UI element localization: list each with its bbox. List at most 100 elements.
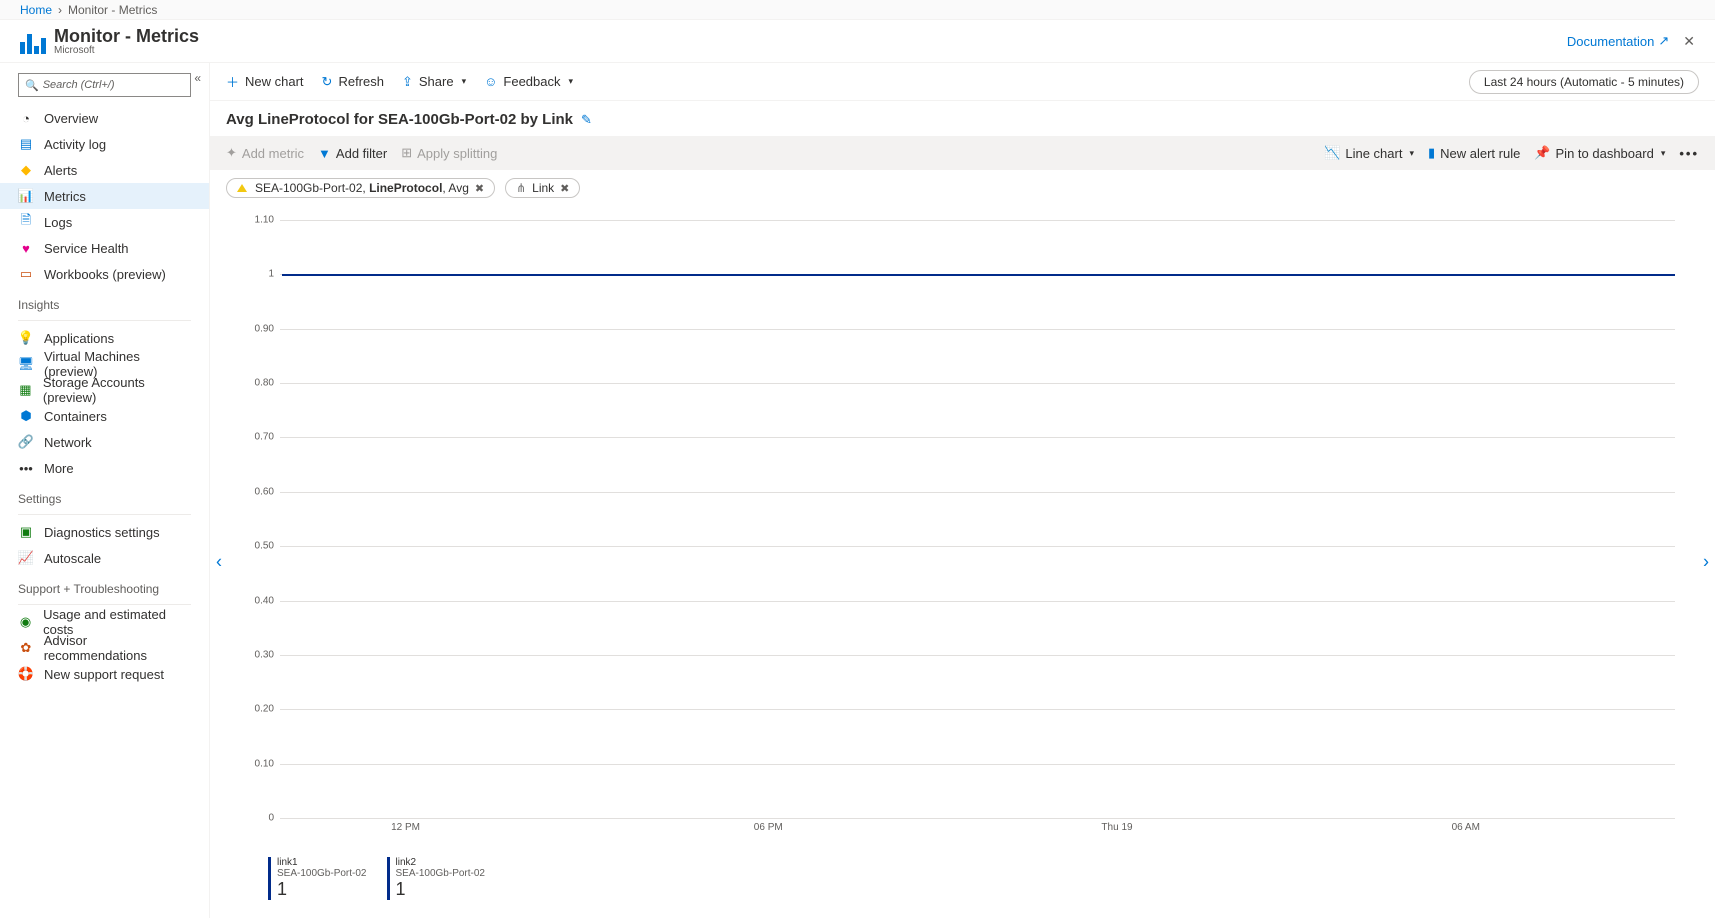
overview-icon: ◔ [18,110,34,126]
sidebar-item-more[interactable]: ••• More [0,455,209,481]
refresh-button[interactable]: ↻ Refresh [322,74,384,90]
remove-chip-icon[interactable]: ✖ [560,182,569,195]
service-health-icon: ♥ [18,240,34,256]
workbooks-icon: ▭ [18,266,34,282]
sidebar-item-autoscale[interactable]: 📈 Autoscale [0,545,209,571]
y-tick: 0.50 [255,541,274,552]
gridline [280,655,1675,656]
sidebar-item-metrics[interactable]: 📊 Metrics [0,183,209,209]
new-chart-button[interactable]: ＋ New chart [226,72,304,91]
time-range-picker[interactable]: Last 24 hours (Automatic - 5 minutes) [1469,70,1699,94]
search-icon: 🔍 [25,79,39,92]
legend-item[interactable]: link1SEA-100Gb-Port-021 [268,857,367,900]
search-placeholder: Search (Ctrl+/) [43,79,115,91]
chevron-down-icon: ▾ [1661,148,1666,159]
y-axis: 1.1010.900.800.700.600.500.400.300.200.1… [248,220,278,818]
metric-chip[interactable]: SEA-100Gb-Port-02, LineProtocol, Avg ✖ [226,178,495,198]
support-icon: 🛟 [18,666,34,682]
logs-icon: 🗎 [18,214,34,230]
x-tick: 06 AM [1452,822,1480,833]
breadcrumb-current: Monitor - Metrics [68,3,157,17]
more-actions-button[interactable]: ••• [1679,146,1699,161]
chart-type-selector[interactable]: 📉 Line chart ▾ [1324,145,1414,161]
breadcrumb-home[interactable]: Home [20,3,52,17]
apply-splitting-button[interactable]: ⊞ Apply splitting [401,145,497,161]
y-tick: 0.90 [255,323,274,334]
feedback-icon: ☺ [484,74,497,89]
sidebar-item-service-health[interactable]: ♥ Service Health [0,235,209,261]
sidebar-item-workbooks[interactable]: ▭ Workbooks (preview) [0,261,209,287]
plot-area[interactable] [280,220,1675,818]
diagnostics-icon: ▣ [18,524,34,540]
documentation-link[interactable]: Documentation ↗ [1567,33,1669,49]
plus-icon: ＋ [226,72,239,91]
chevron-down-icon: ▾ [1409,148,1414,159]
y-tick: 0.40 [255,595,274,606]
split-chip[interactable]: ⋔ Link ✖ [505,178,580,198]
legend-series-name: link2 [396,857,486,868]
sidebar-item-logs[interactable]: 🗎 Logs [0,209,209,235]
metric-chips: SEA-100Gb-Port-02, LineProtocol, Avg ✖ ⋔… [210,170,1715,206]
legend-item[interactable]: link2SEA-100Gb-Port-021 [387,857,486,900]
metrics-icon: 📊 [18,188,34,204]
breadcrumb: Home › Monitor - Metrics [0,0,1715,20]
toolbar: ＋ New chart ↻ Refresh ⇪ Share ▾ ☺ Feedba… [210,63,1715,101]
alerts-icon: ◆ [18,162,34,178]
sidebar-item-network[interactable]: 🔗 Network [0,429,209,455]
gridline [280,383,1675,384]
search-input[interactable]: 🔍 Search (Ctrl+/) [18,73,191,97]
add-metric-button[interactable]: ✦ Add metric [226,145,304,161]
sidebar-item-diagnostics[interactable]: ▣ Diagnostics settings [0,519,209,545]
sidebar-item-applications[interactable]: 💡 Applications [0,325,209,351]
sidebar-item-advisor[interactable]: ✿ Advisor recommendations [0,635,209,661]
sidebar-section-settings: Settings [0,481,209,510]
splitting-icon: ⊞ [401,145,412,161]
sidebar: « 🔍 Search (Ctrl+/) ◔ Overview ▤ Activit… [0,63,210,918]
gridline [280,329,1675,330]
edit-title-icon[interactable]: ✎ [581,112,592,128]
new-alert-button[interactable]: ▮ New alert rule [1428,145,1520,161]
sidebar-section-support: Support + Troubleshooting [0,571,209,600]
sidebar-item-alerts[interactable]: ◆ Alerts [0,157,209,183]
y-tick: 0.60 [255,486,274,497]
autoscale-icon: 📈 [18,550,34,566]
legend-resource: SEA-100Gb-Port-02 [396,868,486,879]
feedback-button[interactable]: ☺ Feedback ▾ [484,74,573,89]
gridline [280,709,1675,710]
pin-icon: 📌 [1534,145,1550,161]
chart-prev-icon[interactable]: ‹ [216,552,222,573]
remove-chip-icon[interactable]: ✖ [475,182,484,195]
storage-icon: ▦ [18,382,33,398]
containers-icon: ⬢ [18,408,34,424]
y-tick: 0.30 [255,649,274,660]
share-button[interactable]: ⇪ Share ▾ [402,74,466,90]
chevron-down-icon: ▾ [462,76,467,87]
sidebar-item-containers[interactable]: ⬢ Containers [0,403,209,429]
gridline [280,764,1675,765]
add-filter-button[interactable]: ▼ Add filter [318,146,387,161]
chart-panel: ‹ › 1.1010.900.800.700.600.500.400.300.2… [210,206,1715,918]
breadcrumb-separator-icon: › [58,3,62,17]
network-icon: 🔗 [18,434,34,450]
sidebar-item-activity-log[interactable]: ▤ Activity log [0,131,209,157]
chart-next-icon[interactable]: › [1703,552,1709,573]
close-icon[interactable]: ✕ [1683,33,1695,50]
more-icon: ••• [18,460,34,476]
y-tick: 0.70 [255,432,274,443]
sidebar-item-support-request[interactable]: 🛟 New support request [0,661,209,687]
filter-icon: ▼ [318,146,331,161]
sidebar-item-overview[interactable]: ◔ Overview [0,105,209,131]
sidebar-item-usage[interactable]: ◉ Usage and estimated costs [0,609,209,635]
pin-button[interactable]: 📌 Pin to dashboard ▾ [1534,145,1665,161]
line-chart-icon: 📉 [1324,145,1340,161]
collapse-sidebar-icon[interactable]: « [194,71,201,85]
advisor-icon: ✿ [18,640,34,656]
x-tick: Thu 19 [1101,822,1132,833]
sidebar-item-vms[interactable]: 🖥 Virtual Machines (preview) [0,351,209,377]
sidebar-section-insights: Insights [0,287,209,316]
page-title: Monitor - Metrics [54,26,199,47]
y-tick: 0 [268,813,274,824]
chart-legend: link1SEA-100Gb-Port-021 link2SEA-100Gb-Po… [268,857,485,900]
add-metric-icon: ✦ [226,145,237,161]
sidebar-item-storage[interactable]: ▦ Storage Accounts (preview) [0,377,209,403]
